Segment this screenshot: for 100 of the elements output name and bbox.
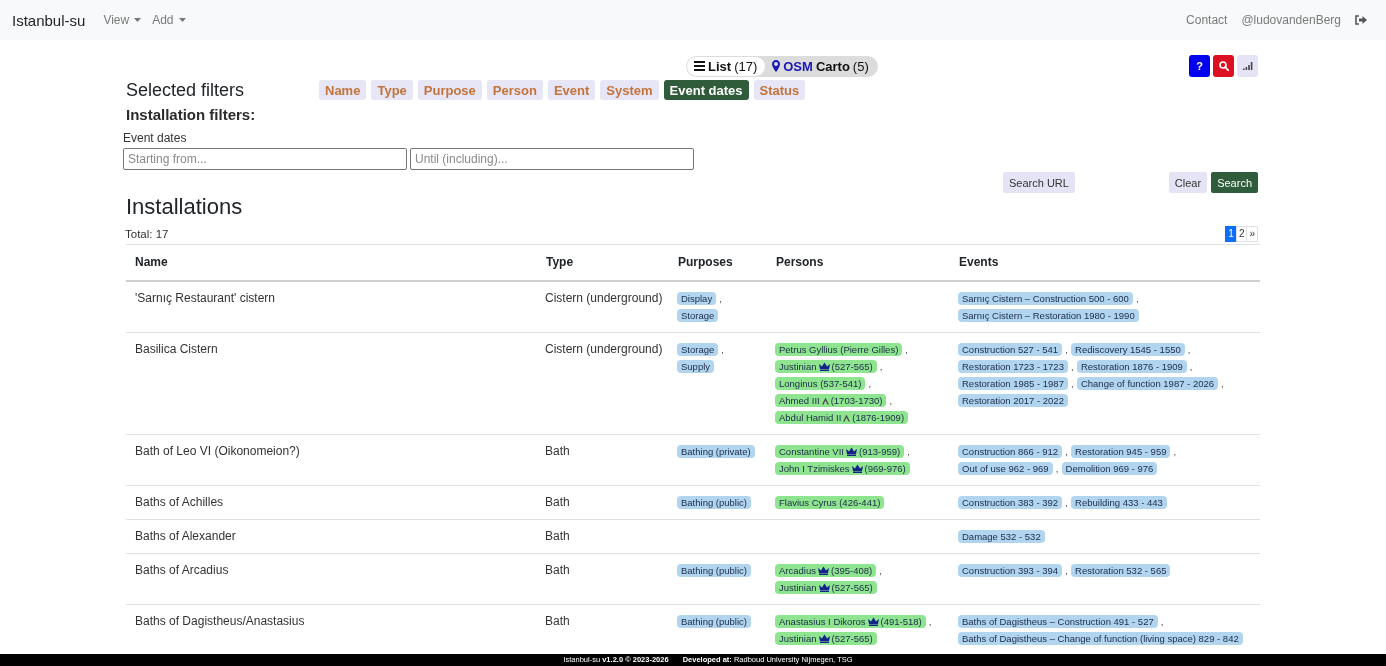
chevron-up-icon: [821, 397, 829, 405]
usage-chip[interactable]: Bathing (public): [677, 495, 751, 509]
comma-separator: ,: [879, 360, 883, 372]
period-chip[interactable]: Construction 866 - 912: [958, 444, 1063, 458]
people-chip[interactable]: Ahmed III (1703-1730): [775, 393, 887, 407]
page-link[interactable]: 1: [1225, 225, 1237, 242]
brand-link[interactable]: Istanbul-su: [12, 11, 86, 29]
comma-separator: ,: [1065, 445, 1068, 457]
date-input[interactable]: Starting from...: [123, 148, 407, 170]
menu-icon: [694, 61, 705, 71]
column-header: Events: [959, 255, 999, 270]
crown-icon: [818, 361, 830, 371]
column-header: Persons: [776, 255, 824, 270]
view-toggle-option[interactable]: OSM Carto (5): [765, 56, 877, 76]
column-header: Type: [546, 255, 574, 270]
type-cell: Bath: [545, 443, 570, 458]
nav-menu[interactable]: View: [103, 13, 142, 27]
name-cell: Basilica Cistern: [135, 341, 218, 356]
usage-chip[interactable]: Storage: [677, 308, 719, 322]
period-chip[interactable]: Baths of Dagistheus – Change of function (living space) 829 - 842: [958, 631, 1243, 645]
period-chip[interactable]: Construction 393 - 394: [958, 563, 1063, 577]
period-chip[interactable]: Restoration 532 - 565: [1071, 563, 1171, 577]
people-chip[interactable]: Justinian (527-565): [775, 580, 877, 594]
field-label: Event dates: [123, 131, 188, 145]
nav-menu[interactable]: Add: [152, 13, 186, 27]
name-cell: Baths of Alexander: [135, 528, 236, 543]
period-chip[interactable]: Baths of Dagistheus – Construction 491 - 527: [958, 614, 1158, 628]
comma-separator: ,: [889, 394, 893, 406]
clear-button[interactable]: Clear: [1168, 172, 1208, 193]
filter-tag[interactable]: Event dates: [663, 80, 749, 100]
comma-separator: ,: [1065, 343, 1068, 355]
type-cell: Bath: [545, 613, 570, 628]
comma-separator: ,: [928, 615, 932, 627]
search-button[interactable]: Search: [1211, 172, 1258, 193]
people-chip[interactable]: Flavius Cyrus (426-441): [775, 495, 885, 509]
period-chip[interactable]: Restoration 1985 - 1987: [958, 376, 1068, 390]
period-chip[interactable]: Sarnıç Cistern – Restoration 1980 - 1990: [958, 308, 1139, 322]
period-chip[interactable]: Damage 532 - 532: [958, 529, 1045, 543]
comma-separator: ,: [1065, 496, 1068, 508]
people-chip[interactable]: Longinus (537-541): [775, 376, 866, 390]
signal-bars-icon: [1242, 62, 1253, 70]
page-heading: Installations: [125, 195, 244, 219]
period-chip[interactable]: Change of function 1987 - 2026: [1076, 376, 1219, 390]
period-chip[interactable]: Construction 527 - 541: [958, 342, 1063, 356]
help-button[interactable]: ?: [1189, 55, 1210, 77]
period-chip[interactable]: Sarnıç Cistern – Construction 500 - 600: [958, 291, 1133, 305]
type-cell: Bath: [545, 494, 570, 509]
people-chip[interactable]: John I Tzimiskes (969-976): [775, 461, 910, 475]
search-icon: [1218, 61, 1229, 71]
comma-separator: ,: [1055, 462, 1059, 474]
view-toggle-option[interactable]: List (17): [687, 56, 766, 76]
people-chip[interactable]: Arcadius (395-408): [775, 563, 877, 577]
nav-link[interactable]: Contact: [1186, 13, 1228, 27]
sign-out-button[interactable]: [1355, 15, 1367, 25]
comma-separator: ,: [1070, 377, 1074, 389]
people-chip[interactable]: Abdul Hamid II (1876-1909): [775, 410, 909, 424]
usage-chip[interactable]: Supply: [677, 359, 715, 373]
usage-chip[interactable]: Bathing (public): [677, 563, 751, 577]
comma-separator: ,: [907, 445, 910, 457]
type-cell: Bath: [545, 562, 570, 577]
name-cell: Bath of Leo VI (Oikonomeion?): [135, 443, 300, 458]
period-chip[interactable]: Restoration 1876 - 1909: [1076, 359, 1187, 373]
next-page-link[interactable]: »: [1246, 225, 1258, 242]
signal-button[interactable]: [1237, 55, 1258, 77]
type-cell: Bath: [545, 528, 570, 543]
usage-chip[interactable]: Storage: [677, 342, 719, 356]
type-cell: Cistern (underground): [545, 290, 663, 305]
people-chip[interactable]: Justinian (527-565): [775, 631, 877, 645]
period-chip[interactable]: Restoration 945 - 959: [1071, 444, 1171, 458]
caret-down-icon: [178, 18, 186, 22]
comma-separator: ,: [1221, 377, 1224, 389]
people-chip[interactable]: Anastasius I Dikoros (491-518): [775, 614, 926, 628]
period-chip[interactable]: Demolition 969 - 976: [1061, 461, 1158, 475]
period-chip[interactable]: Rediscovery 1545 - 1550: [1071, 342, 1185, 356]
usage-chip[interactable]: Display: [677, 291, 717, 305]
period-chip[interactable]: Restoration 1723 - 1723: [958, 359, 1068, 373]
name-cell: Baths of Achilles: [135, 494, 224, 509]
people-chip[interactable]: Constantine VII (913-959): [775, 444, 905, 458]
period-chip[interactable]: Restoration 2017 - 2022: [958, 393, 1068, 407]
comma-separator: ,: [1065, 564, 1068, 576]
people-chip[interactable]: Petrus Gyllius (Pierre Gilles): [775, 342, 903, 356]
comma-separator: ,: [721, 343, 724, 355]
comma-separator: ,: [905, 343, 908, 355]
sign-out-icon: [1355, 15, 1367, 25]
people-chip[interactable]: Justinian (527-565): [775, 359, 877, 373]
type-cell: Cistern (underground): [545, 341, 663, 356]
url-button[interactable]: Search URL: [1003, 172, 1075, 193]
usage-chip[interactable]: Bathing (public): [677, 614, 751, 628]
nav-link[interactable]: @ludovandenBerg: [1241, 13, 1341, 27]
search-button[interactable]: [1213, 55, 1234, 77]
period-chip[interactable]: Construction 383 - 392: [958, 495, 1063, 509]
date-input[interactable]: Until (including)...: [410, 148, 694, 170]
period-chip[interactable]: Out of use 962 - 969: [958, 461, 1053, 475]
comma-separator: ,: [1160, 615, 1164, 627]
period-chip[interactable]: Rebuilding 433 - 443: [1071, 495, 1167, 509]
usage-chip[interactable]: Bathing (private): [677, 444, 755, 458]
subsection-heading: Installation filters:: [125, 105, 257, 125]
column-header: Name: [135, 255, 168, 270]
comma-separator: ,: [868, 377, 872, 389]
crown-icon: [851, 463, 863, 473]
